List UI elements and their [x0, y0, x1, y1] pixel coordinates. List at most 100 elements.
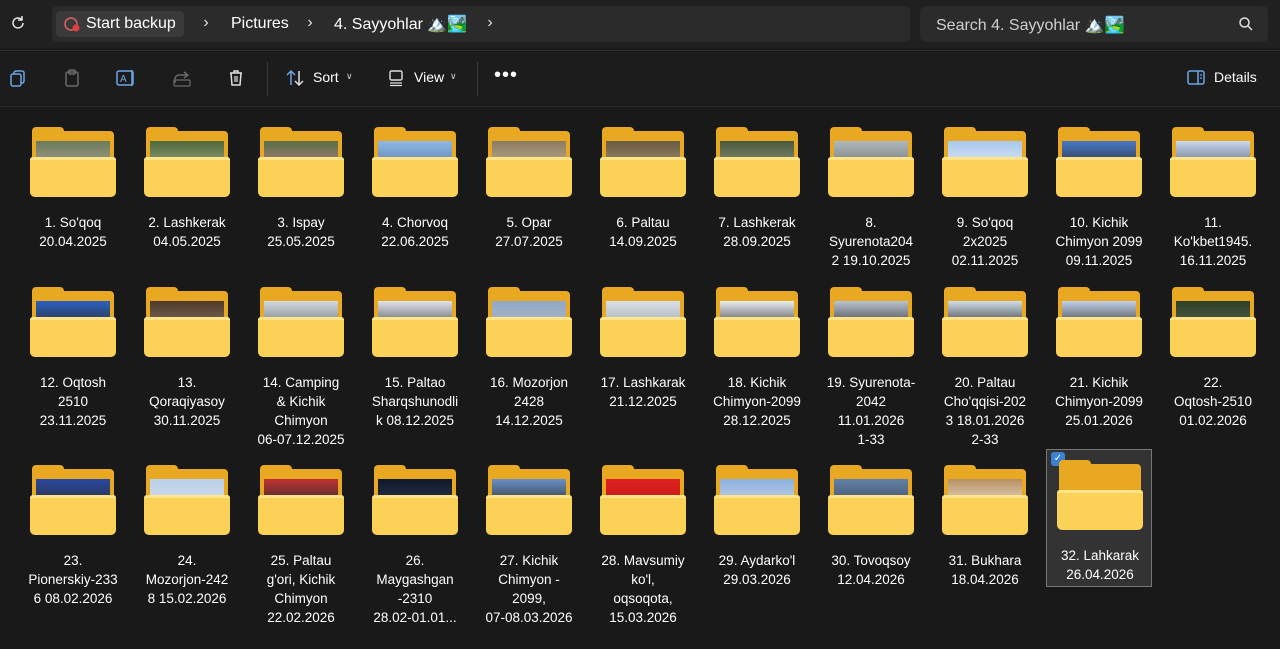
folder-item[interactable]: 15. Paltao Sharqshunodli k 08.12.2025 — [362, 271, 468, 428]
folder-item[interactable]: 17. Lashkarak 21.12.2025 — [590, 271, 696, 409]
search-icon — [1239, 17, 1253, 31]
folder-item[interactable]: 10. Kichik Chimyon 2099 09.11.2025 — [1046, 111, 1152, 268]
folder-icon — [1056, 127, 1142, 199]
folder-item[interactable]: 6. Paltau 14.09.2025 — [590, 111, 696, 249]
folder-item[interactable]: 16. Mozorjon 2428 14.12.2025 — [476, 271, 582, 428]
folder-item[interactable]: 14. Camping & Kichik Chimyon 06-07.12.20… — [248, 271, 354, 447]
folder-item[interactable]: 29. Aydarko'l 29.03.2026 — [704, 449, 810, 587]
folder-label: 10. Kichik Chimyon 2099 09.11.2025 — [1055, 215, 1143, 268]
folder-icon — [1057, 460, 1143, 532]
folder-item[interactable]: 20. Paltau Cho'qqisi-202 3 18.01.2026 2-… — [932, 271, 1038, 447]
folder-icon — [1170, 287, 1256, 359]
folder-label: 1. So'qoq 20.04.2025 — [39, 215, 107, 249]
folder-label: 7. Lashkerak 28.09.2025 — [718, 215, 796, 249]
folder-icon — [30, 287, 116, 359]
folder-item[interactable]: 23. Pionerskiy-233 6 08.02.2026 — [20, 449, 126, 606]
delete-button[interactable] — [224, 66, 248, 90]
folder-item[interactable]: 21. Kichik Chimyon-2099 25.01.2026 — [1046, 271, 1152, 428]
folder-icon — [600, 127, 686, 199]
chevron-right-icon[interactable]: › — [200, 14, 212, 32]
folder-item[interactable]: 25. Paltau g'ori, Kichik Chimyon 22.02.2… — [248, 449, 354, 625]
chevron-right-icon[interactable]: › — [304, 14, 316, 32]
rename-button[interactable]: A — [114, 66, 138, 90]
share-icon — [173, 71, 191, 87]
folder-label: 30. Tovoqsoy 12.04.2026 — [831, 553, 911, 587]
folder-item[interactable]: ✓ 32. Lahkarak 26.04.2026 — [1046, 449, 1152, 587]
chevron-right-icon[interactable]: › — [484, 14, 496, 32]
folder-item[interactable]: 24. Mozorjon-242 8 15.02.2026 — [134, 449, 240, 606]
folder-label: 27. Kichik Chimyon - 2099, 07-08.03.2026 — [485, 553, 573, 625]
details-pane-icon[interactable] — [1184, 66, 1208, 90]
folder-label: 29. Aydarko'l 29.03.2026 — [718, 553, 796, 587]
folder-label: 8. Syurenota204 2 19.10.2025 — [828, 215, 914, 268]
details-button[interactable]: Details — [1214, 69, 1257, 85]
folder-icon — [144, 127, 230, 199]
folder-item[interactable]: 31. Bukhara 18.04.2026 — [932, 449, 1038, 587]
folder-icon — [828, 127, 914, 199]
view-icon[interactable] — [384, 66, 408, 90]
folder-icon — [486, 127, 572, 199]
folder-label: 6. Paltau 14.09.2025 — [609, 215, 677, 249]
search-box[interactable]: Search 4. Sayyohlar 🏔️🏞️ — [920, 6, 1268, 42]
folder-item[interactable]: 28. Mavsumiy ko'l, oqsoqota, 15.03.2026 — [590, 449, 696, 625]
folder-label: 9. So'qoq 2x2025 02.11.2025 — [951, 215, 1019, 268]
sort-icon[interactable] — [283, 66, 307, 90]
folder-label: 25. Paltau g'ori, Kichik Chimyon 22.02.2… — [266, 553, 336, 625]
folder-icon — [714, 127, 800, 199]
address-bar[interactable]: Start backup › Pictures › 4. Sayyohlar 🏔… — [52, 6, 910, 42]
chevron-down-icon[interactable]: ∨ — [346, 71, 353, 82]
breadcrumb-start-backup[interactable]: Start backup — [56, 11, 184, 37]
paste-button[interactable] — [60, 66, 84, 90]
folder-icon — [30, 465, 116, 537]
sort-button[interactable]: Sort — [313, 69, 339, 85]
folder-item[interactable]: 12. Oqtosh 2510 23.11.2025 — [20, 271, 126, 428]
view-button[interactable]: View — [414, 69, 444, 85]
folder-label: 28. Mavsumiy ko'l, oqsoqota, 15.03.2026 — [601, 553, 685, 625]
breadcrumb-pictures[interactable]: Pictures — [231, 12, 289, 36]
folder-icon — [714, 465, 800, 537]
folder-label: 5. Opar 27.07.2025 — [495, 215, 563, 249]
folder-label: 17. Lashkarak 21.12.2025 — [600, 375, 686, 409]
folder-item[interactable]: 7. Lashkerak 28.09.2025 — [704, 111, 810, 249]
chevron-down-icon[interactable]: ∨ — [450, 71, 457, 82]
folder-label: 18. Kichik Chimyon-2099 28.12.2025 — [713, 375, 801, 428]
refresh-button[interactable] — [4, 8, 32, 38]
folder-label: 14. Camping & Kichik Chimyon 06-07.12.20… — [257, 375, 345, 447]
folder-item[interactable]: 1. So'qoq 20.04.2025 — [20, 111, 126, 249]
folder-item[interactable]: 18. Kichik Chimyon-2099 28.12.2025 — [704, 271, 810, 428]
folder-item[interactable]: 22. Oqtosh-2510 01.02.2026 — [1160, 271, 1266, 428]
backup-icon — [64, 17, 80, 32]
folder-icon — [600, 287, 686, 359]
folder-item[interactable]: 5. Opar 27.07.2025 — [476, 111, 582, 249]
folder-item[interactable]: 13. Qoraqiyasoy 30.11.2025 — [134, 271, 240, 428]
copy-button[interactable] — [6, 66, 30, 90]
folder-item[interactable]: 9. So'qoq 2x2025 02.11.2025 — [932, 111, 1038, 268]
folder-label: 15. Paltao Sharqshunodli k 08.12.2025 — [371, 375, 459, 428]
folder-label: 11. Ko'kbet1945. 16.11.2025 — [1173, 215, 1253, 268]
address-bar-region: Start backup › Pictures › 4. Sayyohlar 🏔… — [0, 0, 1280, 48]
folder-item[interactable]: 27. Kichik Chimyon - 2099, 07-08.03.2026 — [476, 449, 582, 625]
folder-item[interactable]: 26. Maygashgan -2310 28.02-01.01... — [362, 449, 468, 625]
folder-item[interactable]: 11. Ko'kbet1945. 16.11.2025 — [1160, 111, 1266, 268]
folder-icon — [258, 287, 344, 359]
folder-item[interactable]: 3. Ispay 25.05.2025 — [248, 111, 354, 249]
share-button[interactable] — [170, 66, 194, 90]
folder-label: 2. Lashkerak 04.05.2025 — [148, 215, 226, 249]
command-bar: A Sort ∨ View ∨ ••• Details — [0, 52, 1280, 104]
sort-arrows-icon — [286, 69, 304, 87]
folder-item[interactable]: 2. Lashkerak 04.05.2025 — [134, 111, 240, 249]
folder-item[interactable]: 30. Tovoqsoy 12.04.2026 — [818, 449, 924, 587]
folder-icon — [30, 127, 116, 199]
search-input[interactable]: Search 4. Sayyohlar 🏔️🏞️ — [936, 15, 1124, 35]
folder-icon — [486, 287, 572, 359]
breadcrumb-sayyohlar[interactable]: 4. Sayyohlar 🏔️🏞️ — [334, 12, 467, 36]
more-options-button[interactable]: ••• — [494, 65, 518, 85]
folder-item[interactable]: 19. Syurenota- 2042 11.01.2026 1-33 — [818, 271, 924, 447]
folder-item[interactable]: 4. Chorvoq 22.06.2025 — [362, 111, 468, 249]
rename-icon: A — [116, 70, 134, 86]
folder-icon — [372, 287, 458, 359]
folder-label: 31. Bukhara 18.04.2026 — [948, 553, 1022, 587]
folder-item[interactable]: 8. Syurenota204 2 19.10.2025 — [818, 111, 924, 268]
svg-text:A: A — [120, 74, 127, 85]
folder-label: 12. Oqtosh 2510 23.11.2025 — [39, 375, 107, 428]
